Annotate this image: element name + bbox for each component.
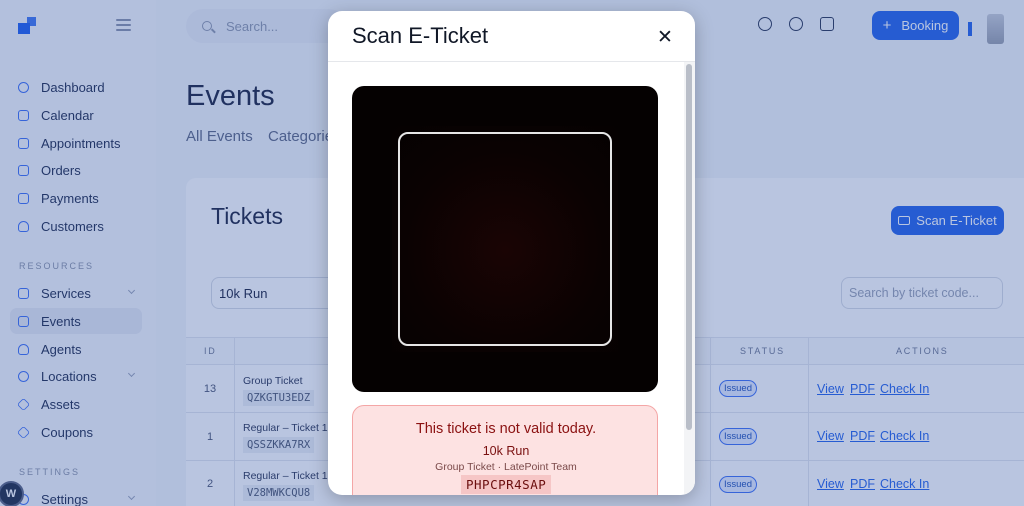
scan-eticket-modal: Scan E-Ticket ✕ This ticket is not valid… [328,11,695,495]
modal-title: Scan E-Ticket [352,23,489,48]
scan-result-subtitle: Group Ticket · LatePoint Team [435,461,577,473]
camera-preview [352,86,658,392]
scan-result-event: 10k Run [482,444,530,458]
scan-frame [398,132,612,346]
scan-result-alert: This ticket is not valid today. 10k Run … [352,405,658,495]
scan-result-message: This ticket is not valid today. [415,421,597,437]
scan-result-ticket-code: PHPCPR4SAP [461,475,552,494]
close-icon[interactable]: ✕ [657,26,673,49]
modal-scrollbar-thumb[interactable] [686,64,692,430]
modal-divider [328,61,695,62]
